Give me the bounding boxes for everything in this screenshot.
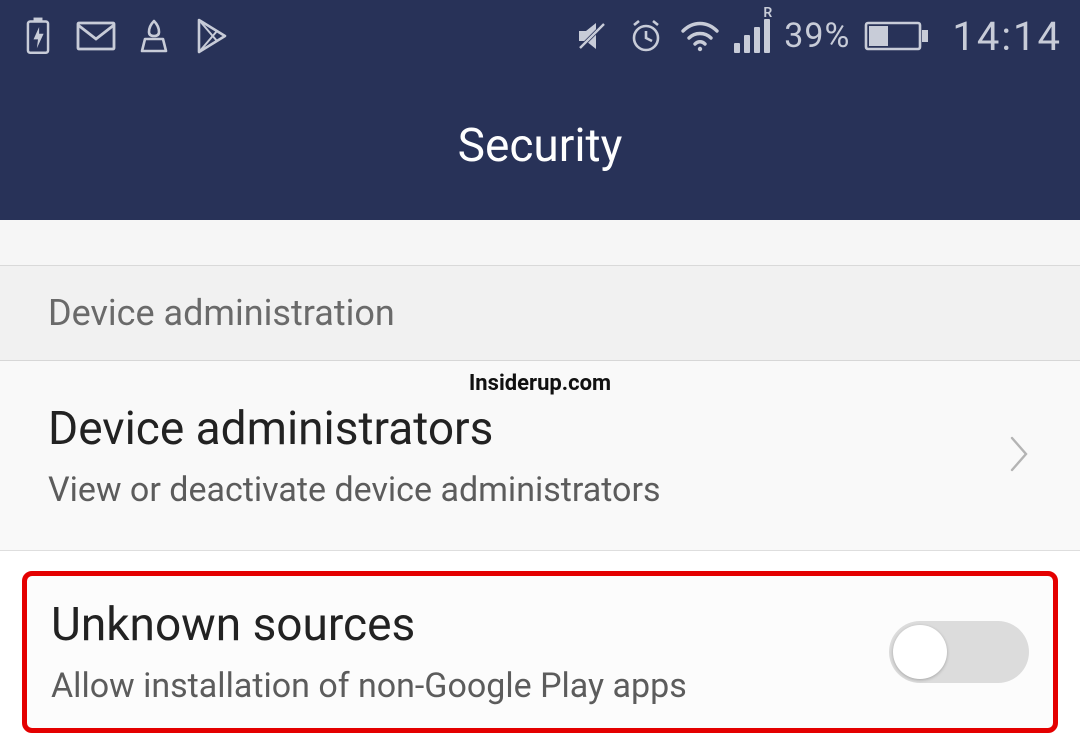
status-bar: R 39% 14:14 (0, 0, 1080, 72)
status-left-group (18, 16, 232, 56)
wifi-icon (680, 16, 720, 56)
battery-charging-icon (18, 16, 58, 56)
section-header-label: Device administration (48, 292, 395, 334)
app-bar: Security (0, 72, 1080, 220)
spacer (0, 220, 1080, 266)
status-right-group: R 39% 14:14 (572, 13, 1062, 60)
row-title: Unknown sources (51, 598, 687, 652)
gmail-icon (76, 16, 116, 56)
roaming-badge: R (763, 5, 772, 21)
toggle-thumb (893, 625, 947, 679)
row-unknown-sources[interactable]: Unknown sources Allow installation of no… (22, 571, 1058, 733)
mute-icon (572, 16, 612, 56)
play-store-icon (192, 16, 232, 56)
row-subtitle: Allow installation of non-Google Play ap… (51, 666, 687, 706)
chevron-right-icon (1006, 432, 1032, 480)
battery-percentage: 39% (784, 16, 850, 56)
page-title: Security (458, 119, 623, 173)
section-header-device-admin: Device administration (0, 266, 1080, 361)
cell-signal-icon: R (734, 16, 770, 56)
row-subtitle: View or deactivate device administrators (48, 470, 661, 510)
watermark-text: Insiderup.com (0, 361, 1080, 398)
unknown-sources-toggle[interactable] (889, 621, 1029, 683)
theme-brush-icon (134, 16, 174, 56)
status-clock: 14:14 (952, 13, 1062, 60)
row-title: Device administrators (48, 402, 661, 456)
row-device-administrators[interactable]: Device administrators View or deactivate… (0, 398, 1080, 551)
alarm-icon (626, 16, 666, 56)
battery-level-icon (864, 16, 930, 56)
